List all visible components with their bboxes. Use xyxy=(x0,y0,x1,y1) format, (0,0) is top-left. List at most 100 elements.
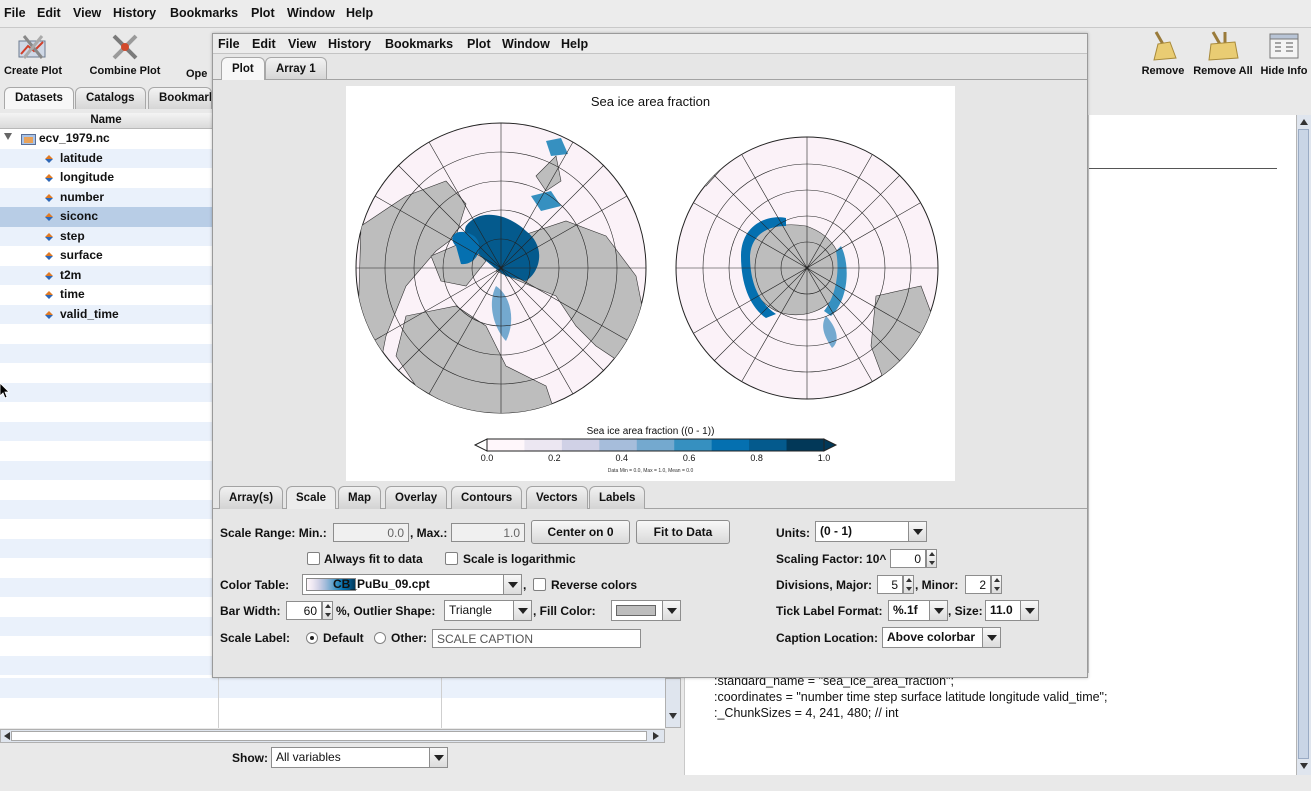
fill-color-label: , Fill Color: xyxy=(533,604,596,618)
logarithmic-checkbox[interactable] xyxy=(445,552,458,565)
logarithmic-label: Scale is logarithmic xyxy=(463,552,576,566)
tree-variable-number[interactable]: number xyxy=(0,187,212,207)
color-table-select[interactable]: CB_PuBu_09.cpt xyxy=(302,574,522,595)
scroll-down-arrow-icon[interactable] xyxy=(1300,763,1308,769)
scale-caption-field[interactable]: SCALE CAPTION xyxy=(432,629,641,648)
vertical-scrollbar-lower[interactable] xyxy=(665,678,681,728)
variable-icon xyxy=(45,154,53,163)
tree-row xyxy=(0,636,212,656)
color-table-comma: , xyxy=(523,578,527,592)
default-radio[interactable] xyxy=(306,632,318,644)
plot-menu-file[interactable]: File xyxy=(218,37,240,51)
create-plot-button[interactable]: Create Plot xyxy=(2,32,64,77)
chevron-down-icon xyxy=(513,601,531,620)
name-column-header[interactable]: Name xyxy=(0,113,212,129)
tab-datasets[interactable]: Datasets xyxy=(4,87,74,109)
show-select[interactable]: All variables xyxy=(271,747,448,768)
tab-vectors[interactable]: Vectors xyxy=(526,486,588,509)
tree-variable-step[interactable]: step xyxy=(0,226,212,246)
divisions-minor-spinner[interactable] xyxy=(991,575,1002,594)
dataset-file-icon xyxy=(21,134,36,145)
tree-variable-t2m[interactable]: t2m xyxy=(0,265,212,285)
tree-variable-surface[interactable]: surface xyxy=(0,246,212,266)
fill-color-select[interactable] xyxy=(611,600,681,621)
fit-to-data-button[interactable]: Fit to Data xyxy=(636,520,730,544)
tick-format-select[interactable]: %.1f xyxy=(888,600,948,621)
scale-min-field[interactable]: 0.0 xyxy=(333,523,409,542)
tab-labels[interactable]: Labels xyxy=(589,486,646,509)
tab-array-1[interactable]: Array 1 xyxy=(265,57,327,79)
plot-menu-history[interactable]: History xyxy=(328,37,371,51)
plot-menu-bookmarks[interactable]: Bookmarks xyxy=(385,37,453,51)
plot-window: File Edit View History Bookmarks Plot Wi… xyxy=(212,33,1088,678)
chevron-down-icon xyxy=(1020,601,1038,620)
divisions-minor-field[interactable]: 2 xyxy=(965,575,991,594)
variable-name: latitude xyxy=(60,150,103,165)
color-table-label: Color Table: xyxy=(220,578,290,592)
tree-variable-latitude[interactable]: latitude xyxy=(0,148,212,168)
tab-scale[interactable]: Scale xyxy=(286,486,337,509)
scroll-down-arrow-icon[interactable] xyxy=(669,713,677,719)
tab-bookmarks[interactable]: Bookmarks xyxy=(148,87,212,109)
center-on-zero-button[interactable]: Center on 0 xyxy=(531,520,630,544)
menu-help[interactable]: Help xyxy=(346,6,373,20)
tree-row xyxy=(0,460,212,480)
menu-plot[interactable]: Plot xyxy=(251,6,275,20)
scroll-right-arrow-icon[interactable] xyxy=(653,732,659,740)
bar-width-spinner[interactable] xyxy=(322,601,333,620)
scroll-up-arrow-icon[interactable] xyxy=(1300,119,1308,125)
tab-contours[interactable]: Contours xyxy=(451,486,523,509)
combine-plot-button[interactable]: Combine Plot xyxy=(86,32,164,77)
bar-width-field[interactable]: 60 xyxy=(286,601,322,620)
menu-window[interactable]: Window xyxy=(287,6,335,20)
tab-map[interactable]: Map xyxy=(338,486,381,509)
combine-plot-icon xyxy=(112,34,138,60)
plot-menu-window[interactable]: Window xyxy=(502,37,550,51)
scale-max-field[interactable]: 1.0 xyxy=(451,523,525,542)
outlier-shape-select[interactable]: Triangle xyxy=(444,600,532,621)
tree-row xyxy=(0,421,212,441)
colorbar-tick-label: 1.0 xyxy=(817,453,831,463)
tree-variable-longitude[interactable]: longitude xyxy=(0,168,212,188)
outlier-shape-value: Triangle xyxy=(449,603,492,617)
divisions-major-spinner[interactable] xyxy=(903,575,914,594)
tab-arrays[interactable]: Array(s) xyxy=(219,486,284,509)
units-select[interactable]: (0 - 1) xyxy=(815,521,927,542)
hide-info-button[interactable]: Hide Info xyxy=(1258,30,1310,77)
horizontal-scrollbar[interactable] xyxy=(0,729,665,743)
tick-format-label: Tick Label Format: xyxy=(776,604,883,618)
menu-edit[interactable]: Edit xyxy=(37,6,61,20)
menu-view[interactable]: View xyxy=(73,6,101,20)
tab-overlay[interactable]: Overlay xyxy=(385,486,448,509)
reverse-colors-checkbox[interactable] xyxy=(533,578,546,591)
caption-location-select[interactable]: Above colorbar xyxy=(882,627,1001,648)
plot-menu-edit[interactable]: Edit xyxy=(252,37,276,51)
other-radio[interactable] xyxy=(374,632,386,644)
tree-root-row[interactable]: ecv_1979.nc xyxy=(0,129,212,149)
tree-variable-time[interactable]: time xyxy=(0,285,212,305)
divisions-major-field[interactable]: 5 xyxy=(877,575,903,594)
tab-catalogs[interactable]: Catalogs xyxy=(75,87,146,109)
scroll-left-arrow-icon[interactable] xyxy=(4,732,10,740)
menu-file[interactable]: File xyxy=(4,6,26,20)
info-scrollbar[interactable] xyxy=(1296,115,1311,775)
scaling-factor-spinner[interactable] xyxy=(926,549,937,568)
scaling-factor-field[interactable]: 0 xyxy=(890,549,926,568)
scroll-thumb[interactable] xyxy=(11,731,647,741)
expand-arrow-icon[interactable] xyxy=(4,133,12,140)
remove-button[interactable]: Remove xyxy=(1139,30,1187,77)
broom-icon xyxy=(1153,31,1177,61)
menu-history[interactable]: History xyxy=(113,6,156,20)
tree-variable-valid_time[interactable]: valid_time xyxy=(0,304,212,324)
remove-all-button[interactable]: Remove All xyxy=(1190,30,1256,77)
tree-variable-siconc[interactable]: siconc xyxy=(0,207,212,227)
tab-plot[interactable]: Plot xyxy=(221,57,265,80)
info-scroll-thumb[interactable] xyxy=(1298,129,1309,759)
plot-menu-plot[interactable]: Plot xyxy=(467,37,491,51)
plot-menu-view[interactable]: View xyxy=(288,37,316,51)
always-fit-checkbox[interactable] xyxy=(307,552,320,565)
menu-bookmarks[interactable]: Bookmarks xyxy=(170,6,238,20)
variable-name: t2m xyxy=(60,267,82,282)
plot-menu-help[interactable]: Help xyxy=(561,37,588,51)
tick-size-select[interactable]: 11.0 xyxy=(985,600,1039,621)
